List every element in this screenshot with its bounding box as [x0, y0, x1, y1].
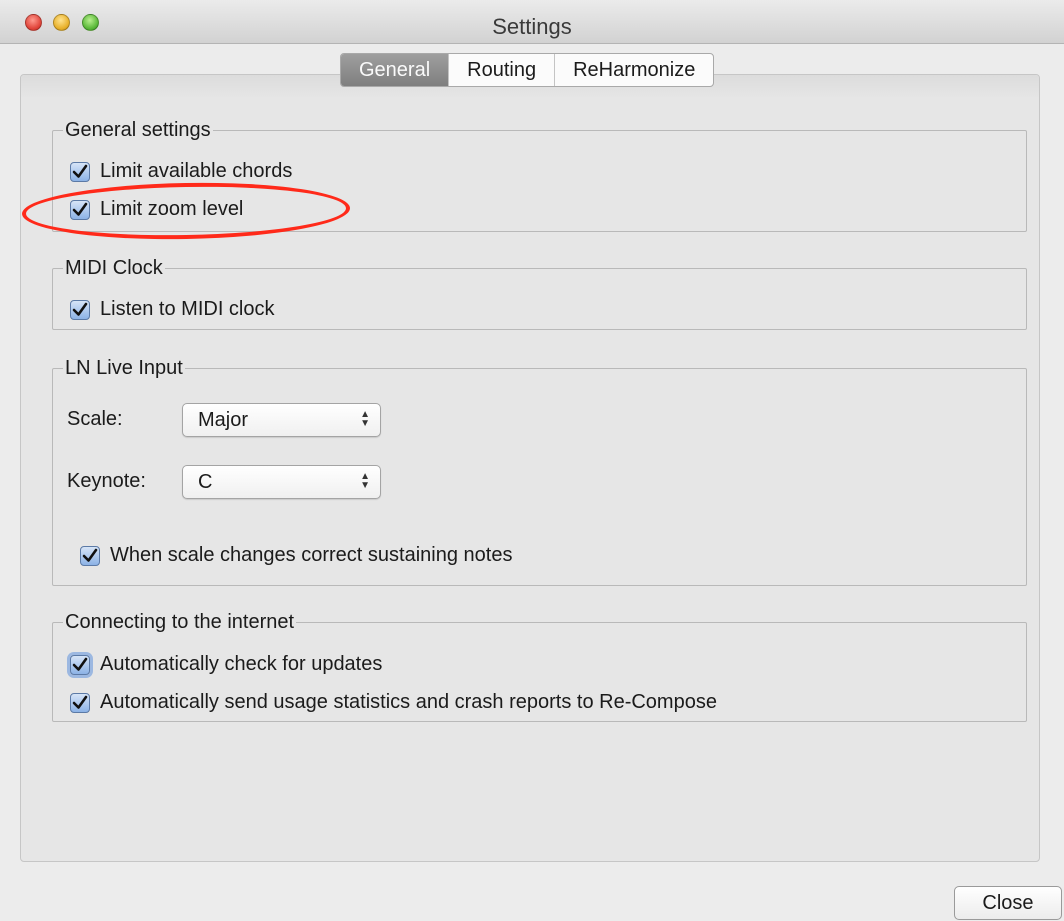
checkbox-checked-icon	[70, 692, 90, 713]
title-bar[interactable]: Settings	[0, 0, 1064, 44]
group-title: General settings	[63, 117, 213, 143]
tab-general[interactable]: General	[341, 54, 450, 86]
checkbox-checked-icon	[70, 161, 90, 182]
listen-midi-clock-checkbox[interactable]: Listen to MIDI clock	[70, 298, 275, 321]
scale-select[interactable]: Major ▲ ▼	[182, 403, 381, 437]
keynote-select-value: C	[198, 471, 213, 493]
check-updates-checkbox[interactable]: Automatically check for updates	[70, 653, 382, 676]
scale-select-value: Major	[198, 409, 249, 431]
group-title: LN Live Input	[63, 355, 185, 381]
updown-arrows-icon: ▲ ▼	[360, 409, 370, 429]
group-title: MIDI Clock	[63, 255, 165, 281]
checkbox-checked-icon	[70, 299, 90, 320]
tab-routing[interactable]: Routing	[449, 54, 556, 86]
tab-bar: General Routing ReHarmonize	[340, 53, 715, 87]
send-usage-stats-checkbox[interactable]: Automatically send usage statistics and …	[70, 691, 717, 714]
tab-reharmonize[interactable]: ReHarmonize	[555, 54, 713, 86]
checkbox-checked-icon	[70, 199, 90, 220]
checkbox-checked-icon	[80, 545, 100, 566]
group-title: Connecting to the internet	[63, 609, 297, 635]
correct-sustaining-notes-checkbox[interactable]: When scale changes correct sustaining no…	[80, 544, 512, 567]
settings-window: Settings General Routing ReHarmonize Gen…	[0, 0, 1064, 921]
close-button[interactable]: Close	[954, 886, 1062, 920]
checkbox-label: Automatically check for updates	[100, 653, 383, 675]
window-title: Settings	[492, 14, 572, 39]
scale-label: Scale:	[67, 408, 123, 430]
checkbox-checked-icon	[70, 654, 90, 675]
limit-zoom-checkbox[interactable]: Limit zoom level	[70, 198, 243, 221]
checkbox-label: Limit available chords	[100, 160, 293, 182]
checkbox-label: Listen to MIDI clock	[100, 298, 275, 320]
updown-arrows-icon: ▲ ▼	[360, 471, 370, 491]
checkbox-label: When scale changes correct sustaining no…	[110, 544, 513, 566]
keynote-label: Keynote:	[67, 470, 146, 492]
limit-chords-checkbox[interactable]: Limit available chords	[70, 160, 292, 183]
keynote-select[interactable]: C ▲ ▼	[182, 465, 381, 499]
checkbox-label: Limit zoom level	[100, 198, 244, 220]
checkbox-label: Automatically send usage statistics and …	[100, 691, 717, 713]
